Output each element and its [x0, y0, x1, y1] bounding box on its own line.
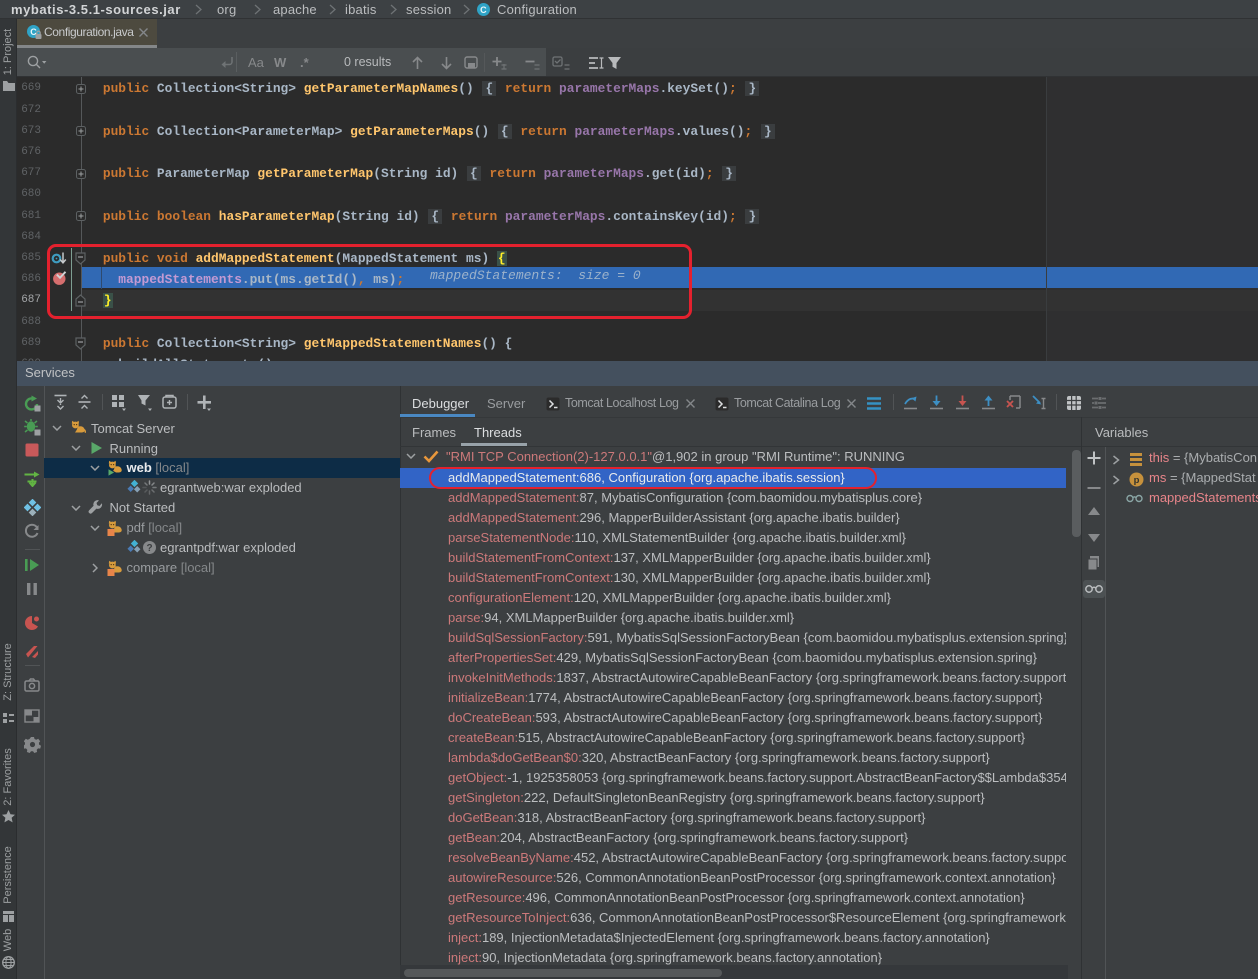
svg-text:?: ? [146, 543, 152, 554]
svg-text:p: p [1134, 475, 1140, 486]
svg-text:C: C [480, 5, 487, 15]
